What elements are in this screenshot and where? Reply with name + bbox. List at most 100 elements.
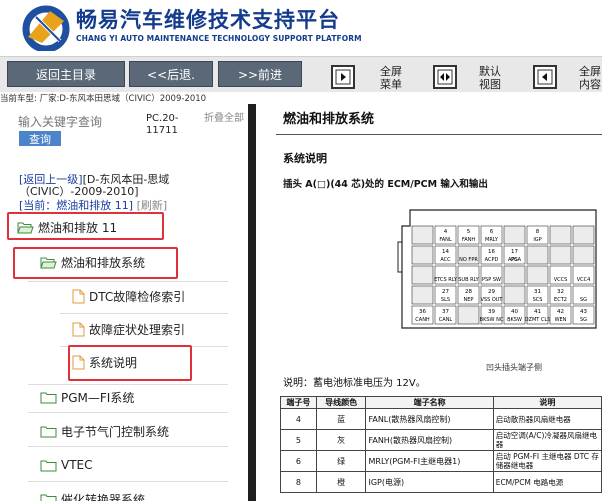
row-divider xyxy=(28,446,228,447)
tree-item-catalytic-converter[interactable]: 催化转换器系统 xyxy=(40,491,145,501)
highlight-box xyxy=(7,212,164,240)
pin-name: IGP xyxy=(533,237,541,243)
home-button[interactable]: 返回主目录 xyxy=(7,61,125,87)
cell-pin: 8 xyxy=(280,471,317,493)
cell-color: 蓝 xyxy=(315,408,367,430)
cell-desc: 启动 PGM-FI 主继电器 DTC 存储器继电器 xyxy=(492,450,602,472)
connector-pin-cell xyxy=(526,265,549,285)
table-row: 8 橙 IGP(电源) ECM/PCM 电路电源 xyxy=(280,471,602,493)
connector-pin-cell xyxy=(572,245,595,265)
table-row: 4 蓝 FANL(散热器风扇控制) 启动散热器风扇继电器 xyxy=(280,408,602,430)
fullscreen-menu-icon[interactable] xyxy=(331,65,355,89)
folder-icon xyxy=(40,460,57,471)
cell-color: 橙 xyxy=(315,471,367,493)
pin-number: 27 xyxy=(442,289,449,295)
toolbar: 返回主目录 <<后退. >>前进 全屏 菜单 默认 视图 全屏 内容 xyxy=(0,56,602,94)
pin-number: 6 xyxy=(490,229,494,235)
app-header: 畅易汽车维修技术支持平台 CHANG YI AUTO MAINTENANCE T… xyxy=(0,0,602,56)
document-icon xyxy=(72,322,85,337)
pin-name: VSS OUT xyxy=(480,297,503,303)
pin-number: 5 xyxy=(467,229,471,235)
connector-pin-cell xyxy=(503,285,526,305)
cell-desc: ECM/PCM 电路电源 xyxy=(492,471,602,493)
fullscreen-content-icon[interactable] xyxy=(533,65,557,89)
default-view-label[interactable]: 默认 视图 xyxy=(479,65,501,91)
pin-number: 8 xyxy=(536,229,540,235)
tree-item-label: 电子节气门控制系统 xyxy=(61,425,170,439)
tree-item-dtc-index[interactable]: DTC故障检修索引 xyxy=(72,288,185,305)
collapse-all-button[interactable]: 折叠全部 xyxy=(204,113,244,124)
tree-item-label: 故障症状处理索引 xyxy=(89,323,186,337)
connector-pin-cell xyxy=(572,225,595,245)
pin-name: PG xyxy=(511,257,518,263)
connector-pin-cell xyxy=(411,285,434,305)
back-button[interactable]: <<后退. xyxy=(129,61,213,87)
pin-name: FANL xyxy=(439,237,452,243)
platform-title: 畅易汽车维修技术支持平台 xyxy=(76,8,340,32)
connector-pin-cell xyxy=(526,245,549,265)
pin-table: 端子号 导线颜色 端子名称 说明 4 蓝 FANL(散热器风扇控制) 启动散热器… xyxy=(280,396,602,493)
pin-name: WEN xyxy=(555,317,567,323)
pin-name: BKSW xyxy=(507,317,522,323)
search-button[interactable]: 查询 xyxy=(19,131,61,146)
fullscreen-menu-label[interactable]: 全屏 菜单 xyxy=(380,65,402,91)
document-icon xyxy=(72,289,85,304)
pin-name: SG xyxy=(580,297,587,303)
search-input[interactable] xyxy=(18,114,136,130)
pin-name: FANH xyxy=(462,237,476,243)
pin-number: 43 xyxy=(580,309,587,315)
pin-number: 40 xyxy=(511,309,518,315)
default-view-icon[interactable] xyxy=(433,65,457,89)
pin-name: PSP SW xyxy=(482,277,501,283)
tree-item-label: 催化转换器系统 xyxy=(61,493,146,501)
row-divider xyxy=(28,384,228,385)
tree-item-vtec[interactable]: VTEC xyxy=(40,458,93,472)
forward-button[interactable]: >>前进 xyxy=(218,61,302,87)
folder-icon xyxy=(40,426,57,438)
pin-number: 29 xyxy=(488,289,495,295)
pin-name: MRLY xyxy=(485,237,499,243)
highlight-box xyxy=(13,247,178,279)
breadcrumb-current: [当前：燃油和排放 11] [刷新] xyxy=(19,197,245,213)
chang-yi-logo-icon xyxy=(22,5,70,51)
connector-title: 插头 A(□)(44 芯)处的 ECM/PCM 输入和输出 xyxy=(283,179,488,190)
folder-icon xyxy=(40,494,57,501)
pc-code: PC.20-11711 xyxy=(146,113,179,136)
pin-number: 14 xyxy=(442,249,449,255)
tree-item-pgm-fi[interactable]: PGM—FI系统 xyxy=(40,389,134,406)
col-pin: 端子号 xyxy=(280,396,317,409)
cell-name: FANL(散热器风扇控制) xyxy=(365,408,494,430)
cell-name: IGP(电源) xyxy=(365,471,494,493)
current-location: [当前：燃油和排放 11] xyxy=(19,199,134,212)
row-divider xyxy=(60,313,228,314)
pin-number: 41 xyxy=(534,309,541,315)
pin-name: VCC4 xyxy=(577,277,591,283)
pin-name: BKSW NC xyxy=(480,317,504,323)
pin-caption: 凹头插头端子侧 xyxy=(486,363,542,372)
cell-name: FANH(散热器风扇控制) xyxy=(365,429,494,451)
cell-pin: 6 xyxy=(280,450,317,472)
tree-item-symptom-index[interactable]: 故障症状处理索引 xyxy=(72,321,185,338)
pin-number: 42 xyxy=(557,309,564,315)
connector-pin-cell xyxy=(549,225,572,245)
pin-number: 37 xyxy=(442,309,449,315)
highlight-box xyxy=(68,345,192,381)
panel-splitter[interactable] xyxy=(248,104,256,501)
breadcrumb: [返回上一级][D-东风本田-思域（CIVIC）-2009-2010] xyxy=(19,174,245,198)
pin-name: SG xyxy=(580,317,587,323)
cell-color: 灰 xyxy=(315,429,367,451)
table-row: 6 绿 MRLY(PGM-FI主继电器1) 启动 PGM-FI 主继电器 DTC… xyxy=(280,450,602,472)
folder-icon xyxy=(40,392,57,404)
tree-item-label: PGM—FI系统 xyxy=(61,391,135,405)
tree-item-electronic-throttle[interactable]: 电子节气门控制系统 xyxy=(40,423,169,440)
fullscreen-content-label[interactable]: 全屏 内容 xyxy=(579,65,601,91)
pin-number: 28 xyxy=(465,289,472,295)
voltage-note: 说明：蓄电池标准电压为 12V。 xyxy=(283,378,426,389)
connector-pinout-diagram: 4FANL5FANH6MRLY8IGP14ACC16ACPD17APSAETCS… xyxy=(397,209,597,329)
refresh-link[interactable]: [刷新] xyxy=(137,199,168,212)
pin-number: 4 xyxy=(444,229,448,235)
pin-name: NO FPR xyxy=(459,257,478,263)
connector-pin-cell xyxy=(411,225,434,245)
platform-subtitle: CHANG YI AUTO MAINTENANCE TECHNOLOGY SUP… xyxy=(76,34,362,43)
cell-desc: 启动散热器风扇继电器 xyxy=(492,408,602,430)
